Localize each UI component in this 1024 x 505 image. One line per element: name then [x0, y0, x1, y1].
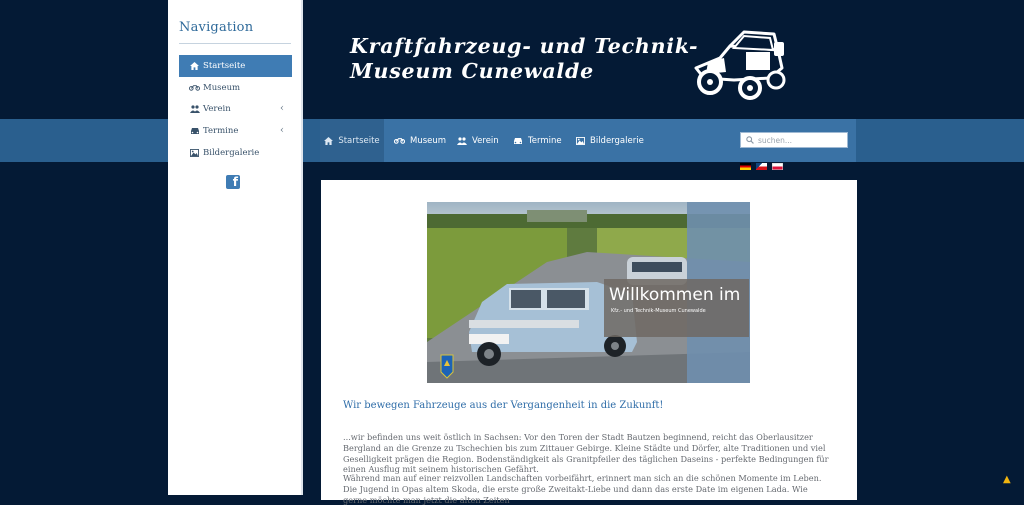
search-icon	[744, 136, 756, 144]
search-box	[740, 132, 848, 148]
flag-pl-icon[interactable]	[772, 163, 783, 170]
chevron-left-icon[interactable]: ‹	[280, 125, 284, 136]
site-title[interactable]: Kraftfahrzeug- und Technik- Museum Cunew…	[350, 34, 698, 84]
intro-paragraph: ...wir befinden uns weit östlich in Sach…	[343, 432, 829, 475]
motorcycle-icon	[394, 137, 405, 144]
sidebar-item-label: Termine	[203, 125, 239, 136]
main-navigation: Startseite Museum Verein Termine Bilderg…	[320, 119, 856, 162]
hero-caption: Willkommen im Kfz.- und Technik-Museum C…	[604, 279, 749, 337]
sidebar-item-bildergalerie[interactable]: Bildergalerie	[179, 142, 292, 164]
second-paragraph: Während man auf einer reizvollen Landsch…	[343, 473, 822, 505]
nav-label: Verein	[472, 135, 499, 146]
sidebar-item-museum[interactable]: Museum	[179, 77, 292, 99]
sidebar-item-label: Startseite	[203, 60, 246, 71]
motorcycle-icon	[189, 84, 200, 91]
hero-title: Willkommen im	[609, 285, 741, 305]
nav-label: Startseite	[338, 135, 380, 146]
search-input[interactable]	[756, 135, 846, 145]
welcome-heading: Wir bewegen Fahrzeuge aus der Vergangenh…	[343, 400, 664, 411]
sidebar-divider	[179, 43, 291, 44]
nav-startseite[interactable]: Startseite	[320, 119, 384, 162]
sidebar-item-termine[interactable]: Termine ‹	[179, 120, 292, 142]
nav-label: Termine	[528, 135, 562, 146]
car-icon	[189, 127, 200, 135]
flag-de-icon[interactable]	[740, 163, 751, 170]
sidebar-menu: Startseite Museum Verein ‹ Termine ‹ Bil…	[179, 55, 292, 163]
image-icon	[189, 148, 200, 157]
nav-museum[interactable]: Museum	[394, 119, 446, 162]
nav-bildergalerie[interactable]: Bildergalerie	[576, 119, 644, 162]
vintage-car-icon[interactable]	[690, 28, 788, 100]
sidebar-item-label: Museum	[203, 82, 241, 93]
language-switcher	[740, 163, 783, 170]
hero-subtitle: Kfz.- und Technik-Museum Cunewalde	[611, 308, 706, 314]
users-icon	[457, 136, 467, 145]
nav-label: Museum	[410, 135, 447, 146]
sidebar-title: Navigation	[179, 20, 254, 35]
chevron-left-icon[interactable]: ‹	[280, 103, 284, 114]
flag-cz-icon[interactable]	[756, 163, 767, 170]
sidebar-item-verein[interactable]: Verein ‹	[179, 98, 292, 120]
main-content: Willkommen im Kfz.- und Technik-Museum C…	[321, 180, 857, 505]
back-to-top-icon[interactable]: ▲	[1003, 474, 1011, 485]
sidebar-item-startseite[interactable]: Startseite	[179, 55, 292, 77]
home-icon	[189, 61, 200, 70]
facebook-icon[interactable]: f	[226, 175, 240, 189]
nav-verein[interactable]: Verein	[457, 119, 499, 162]
sidebar-item-label: Verein	[203, 104, 231, 115]
image-icon	[576, 136, 585, 145]
sidebar-item-label: Bildergalerie	[203, 147, 260, 158]
car-icon	[513, 137, 523, 145]
nav-label: Bildergalerie	[590, 135, 644, 146]
home-icon	[324, 136, 334, 145]
users-icon	[189, 105, 200, 114]
nav-termine[interactable]: Termine	[513, 119, 562, 162]
site-title-line1: Kraftfahrzeug- und Technik-	[350, 34, 699, 58]
site-title-line2: Museum Cunewalde	[350, 59, 594, 83]
sidebar: Navigation Startseite Museum Verein ‹ Te…	[168, 0, 303, 495]
hero-image[interactable]: Willkommen im Kfz.- und Technik-Museum C…	[427, 202, 750, 383]
